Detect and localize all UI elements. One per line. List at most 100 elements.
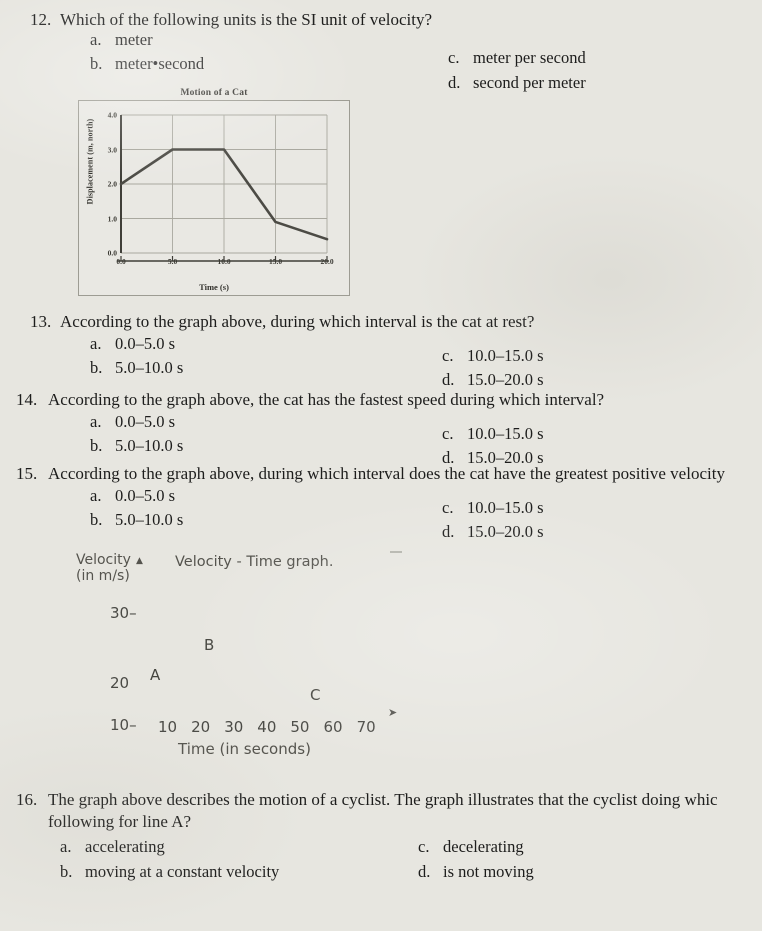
choice-letter: a. <box>90 485 102 505</box>
question-15-prompt: 15. According to the graph above, during… <box>16 464 762 484</box>
choice-text: second per meter <box>473 72 586 92</box>
choice-letter: d. <box>418 861 431 881</box>
velocity-time-x-ticks: 10 20 30 40 50 60 70 <box>158 718 376 736</box>
cat-chart-x-tick: 10.0 <box>217 257 231 266</box>
choice-letter: c. <box>442 345 454 365</box>
question-16-choice-a[interactable]: a. accelerating <box>60 836 165 857</box>
cat-chart-plot-area: 0.0 1.0 2.0 3.0 4.0 0.0 5.0 10.0 15.0 20.0 <box>108 111 334 267</box>
question-12-choice-b[interactable]: b. meter•second <box>90 53 205 74</box>
question-15-choice-d[interactable]: d. 15.0–20.0 s <box>442 521 544 542</box>
question-14-choice-b[interactable]: b. 5.0–10.0 s <box>90 435 183 456</box>
choice-letter: a. <box>90 29 102 49</box>
x-axis-arrow-icon: ➤ <box>388 706 398 719</box>
question-13-choices: a. 0.0–5.0 s b. 5.0–10.0 s c. 10.0–15.0 … <box>30 333 762 389</box>
question-16-choice-d[interactable]: d. is not moving <box>418 861 534 882</box>
scan-artifact-mark <box>390 551 402 553</box>
choice-letter: d. <box>442 369 455 389</box>
question-13-choice-d[interactable]: d. 15.0–20.0 s <box>442 369 544 390</box>
choice-letter: b. <box>90 509 103 529</box>
x-tick-label: 10 <box>158 718 178 736</box>
x-tick-label: 60 <box>323 718 343 736</box>
choice-letter: b. <box>90 435 103 455</box>
y-tick-label: 30 <box>110 604 130 622</box>
y-tick-mark: – <box>129 604 137 622</box>
question-15: 15. According to the graph above, during… <box>16 464 762 541</box>
question-12-choice-d[interactable]: d. second per meter <box>448 72 586 93</box>
choice-text: 0.0–5.0 s <box>115 411 176 431</box>
question-12-choice-c[interactable]: c. meter per second <box>448 47 586 68</box>
y-tick-label: 10 <box>110 716 130 734</box>
choice-letter: c. <box>448 47 460 67</box>
choice-text: meter•second <box>115 53 205 73</box>
question-12: 12. Which of the following units is the … <box>30 10 762 92</box>
choice-text: decelerating <box>443 836 524 856</box>
cat-chart-axes <box>117 115 329 262</box>
cat-chart-y-tick: 2.0 <box>107 179 117 189</box>
question-15-number: 15. <box>16 464 38 483</box>
question-12-choice-a[interactable]: a. meter <box>90 29 153 50</box>
cat-chart-title: Motion of a Cat <box>180 88 248 98</box>
question-14-choice-a[interactable]: a. 0.0–5.0 s <box>90 411 176 432</box>
worksheet-page: 12. Which of the following units is the … <box>0 0 762 931</box>
velocity-time-y-tick-10: 10– <box>110 716 137 734</box>
velocity-time-segment-label-c: C <box>310 686 321 704</box>
velocity-time-x-axis-label: Time (in seconds) <box>178 740 311 758</box>
question-13-number: 13. <box>30 312 52 331</box>
choice-letter: a. <box>60 836 72 856</box>
x-tick-label: 30 <box>224 718 244 736</box>
y-axis-arrow-icon: ▲ <box>136 556 143 566</box>
question-14-prompt: 14. According to the graph above, the ca… <box>16 390 762 410</box>
cat-chart-x-tick: 15.0 <box>268 257 283 266</box>
question-15-choice-c[interactable]: c. 10.0–15.0 s <box>442 497 544 518</box>
question-16-prompt-line2: following for line A? <box>30 812 762 832</box>
choice-text: 5.0–10.0 s <box>115 357 184 377</box>
velocity-time-segment-label-a: A <box>150 666 161 684</box>
velocity-time-segment-label-b: B <box>204 636 215 654</box>
question-13-text: According to the graph above, during whi… <box>60 312 535 331</box>
question-13-choice-a[interactable]: a. 0.0–5.0 s <box>90 333 175 354</box>
choice-letter: b. <box>60 861 73 881</box>
question-12-choices: a. meter b. meter•second c. meter per se… <box>30 29 762 92</box>
cat-chart-y-tick: 3.0 <box>107 145 117 154</box>
choice-text: meter per second <box>473 47 586 67</box>
choice-letter: d. <box>448 72 461 92</box>
cat-chart-x-tick: 0.0 <box>116 257 126 266</box>
choice-letter: b. <box>90 357 103 377</box>
x-tick-label: 20 <box>191 718 211 736</box>
question-16-text-line2: following for line A? <box>48 811 192 831</box>
choice-letter: d. <box>442 521 455 541</box>
x-tick-label: 70 <box>356 718 376 736</box>
question-15-choices: a. 0.0–5.0 s b. 5.0–10.0 s c. 10.0–15.0 … <box>30 485 762 541</box>
cat-chart-y-tick: 1.0 <box>107 214 117 223</box>
choice-text: accelerating <box>85 836 165 856</box>
cat-chart-x-axis-label: Time (s) <box>199 282 229 292</box>
choice-text: is not moving <box>443 861 534 881</box>
question-14-choices: a. 0.0–5.0 s b. 5.0–10.0 s c. 10.0–15.0 … <box>30 411 762 467</box>
y-tick-label: 20 <box>110 674 130 692</box>
question-16-choice-b[interactable]: b. moving at a constant velocity <box>60 861 279 882</box>
question-13-choice-c[interactable]: c. 10.0–15.0 s <box>442 345 544 366</box>
question-15-choice-b[interactable]: b. 5.0–10.0 s <box>90 509 183 530</box>
x-tick-label: 40 <box>257 718 277 736</box>
question-15-choice-a[interactable]: a. 0.0–5.0 s <box>90 485 176 506</box>
velocity-time-y-axis-label: Velocity (in m/s) <box>76 552 131 584</box>
question-16-choice-c[interactable]: c. decelerating <box>418 836 524 857</box>
choice-letter: c. <box>442 423 454 443</box>
question-13: 13. According to the graph above, during… <box>30 312 762 389</box>
choice-text: 15.0–20.0 s <box>467 369 544 389</box>
question-14-text: According to the graph above, the cat ha… <box>48 390 605 409</box>
question-14-number: 14. <box>16 390 38 409</box>
question-14-choice-c[interactable]: c. 10.0–15.0 s <box>442 423 544 444</box>
choice-text: 10.0–15.0 s <box>467 497 544 517</box>
cat-chart-gridlines <box>121 114 328 254</box>
cat-chart: Displacement (m, north) Time (s) 0.0 1.0 2… <box>78 100 350 296</box>
x-tick-label: 50 <box>290 718 310 736</box>
choice-text: 0.0–5.0 s <box>115 485 176 505</box>
choice-letter: a. <box>90 333 102 353</box>
question-14: 14. According to the graph above, the ca… <box>16 390 762 467</box>
choice-text: meter <box>115 29 153 49</box>
velocity-time-y-axis-label-line2: (in m/s) <box>76 568 130 585</box>
question-16: 16. The graph above describes the motion… <box>16 790 762 886</box>
cat-chart-x-tick: 20.0 <box>320 257 334 266</box>
question-13-choice-b[interactable]: b. 5.0–10.0 s <box>90 357 184 378</box>
